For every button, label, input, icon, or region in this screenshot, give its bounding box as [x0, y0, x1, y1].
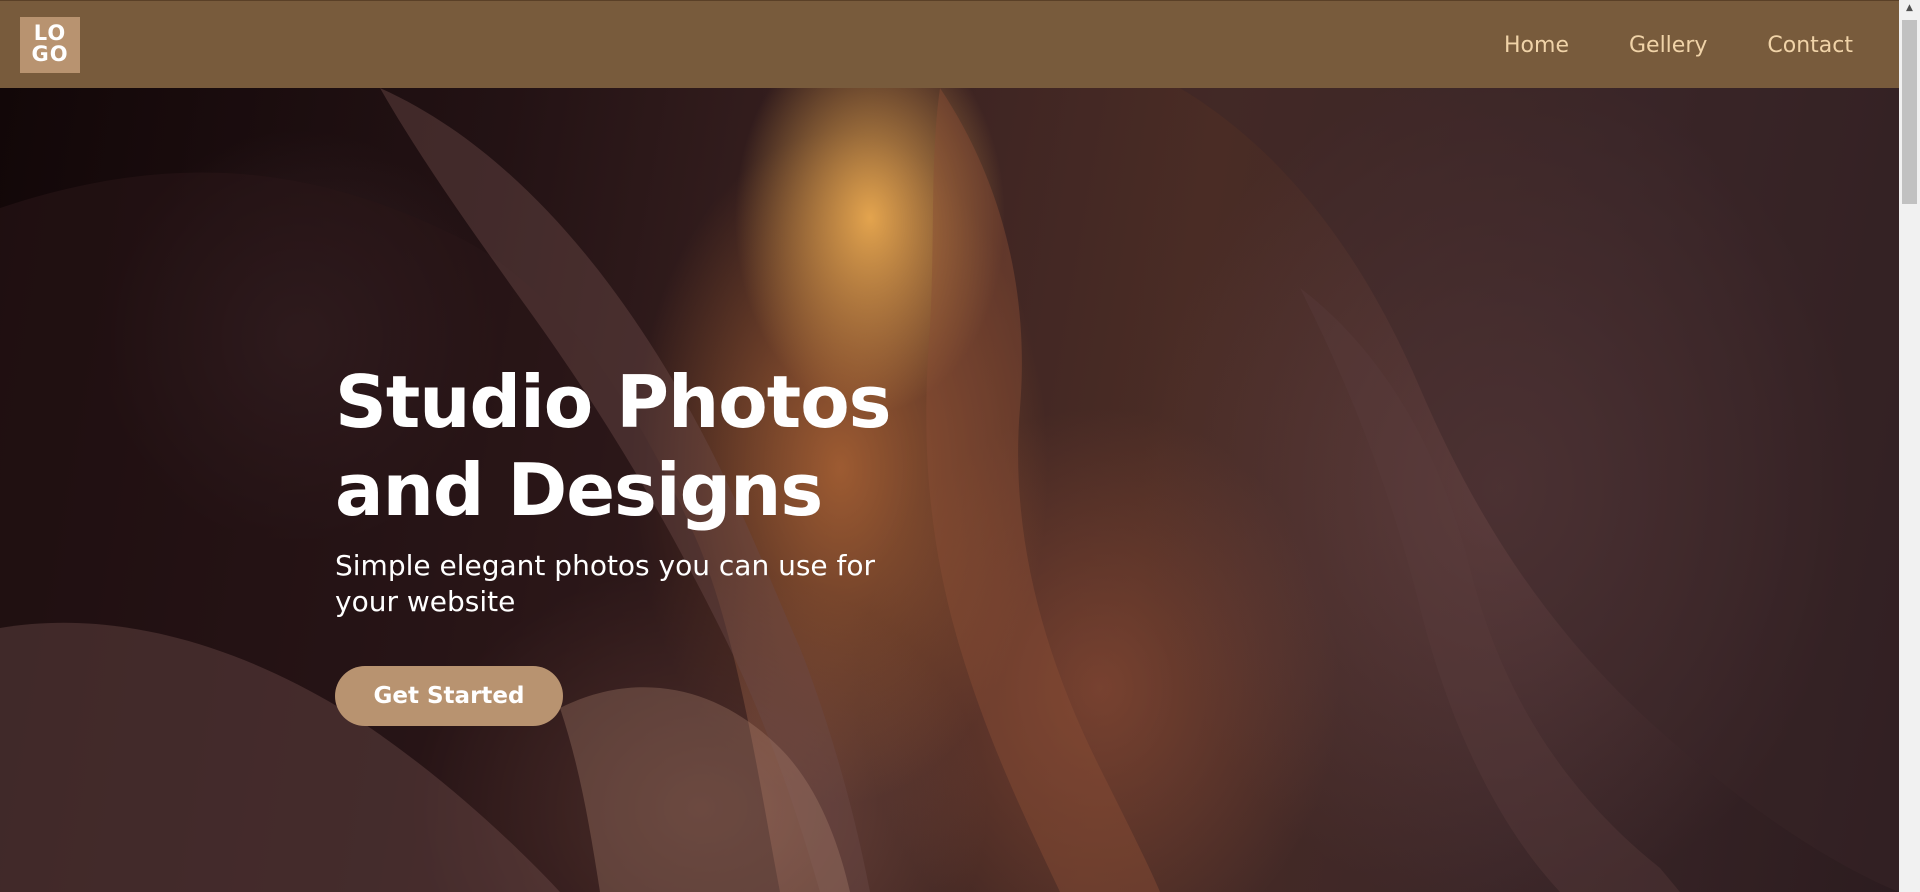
logo[interactable]: LO GO — [20, 17, 80, 73]
hero-content: Studio Photos and Designs Simple elegant… — [335, 358, 975, 620]
scrollbar[interactable]: ▲ — [1899, 0, 1920, 892]
logo-text-line2: GO — [31, 42, 69, 66]
scrollbar-thumb[interactable] — [1902, 20, 1917, 204]
hero-subtitle: Simple elegant photos you can use for yo… — [335, 549, 876, 618]
navbar: LO GO Home Gellery Contact — [0, 0, 1899, 88]
hero-title: Studio Photos and Designs — [335, 358, 975, 534]
nav-link-home[interactable]: Home — [1504, 33, 1569, 58]
nav-link-gallery[interactable]: Gellery — [1629, 33, 1707, 58]
triangle-up-icon[interactable]: ▲ — [1899, 0, 1920, 17]
hero-title-line2: and Designs — [335, 448, 823, 532]
hero-section: Studio Photos and Designs Simple elegant… — [0, 88, 1899, 892]
hero-title-line1: Studio Photos — [335, 360, 892, 444]
page: LO GO Home Gellery Contact Studio Photos… — [0, 0, 1920, 892]
nav-links: Home Gellery Contact — [1444, 1, 1853, 89]
get-started-button[interactable]: Get Started — [335, 666, 563, 726]
logo-text-line1: LO — [33, 21, 67, 45]
nav-link-contact[interactable]: Contact — [1767, 33, 1853, 58]
